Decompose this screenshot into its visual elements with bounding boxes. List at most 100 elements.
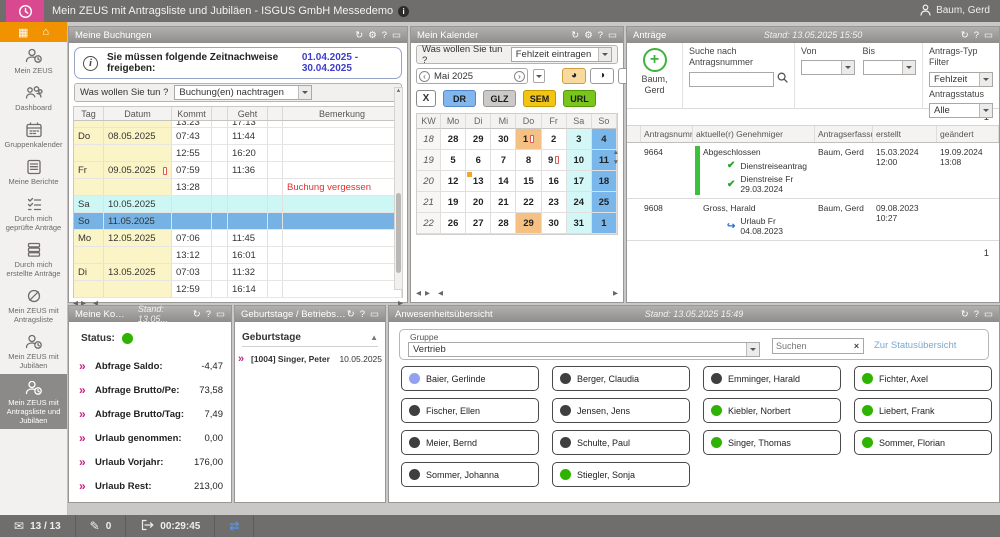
- time-segment[interactable]: 00:29:45: [126, 515, 215, 537]
- person-badge[interactable]: Sommer, Florian: [854, 430, 992, 455]
- calendar-day[interactable]: 7: [491, 150, 516, 171]
- bis-select[interactable]: [863, 60, 917, 75]
- booking-row[interactable]: Do08.05.202507:4311:44: [74, 128, 402, 145]
- help-icon[interactable]: ?: [360, 309, 365, 320]
- vertical-scrollbar[interactable]: ▲: [394, 87, 403, 290]
- availability-toggle-full-icon[interactable]: ◕: [562, 68, 586, 84]
- sidebar-item-durch-mich-erstellte-antraege[interactable]: Durch mich erstellte Anträge: [0, 236, 67, 282]
- minimize-icon[interactable]: ▭: [216, 309, 225, 320]
- type-filter-select[interactable]: Fehlzeit: [929, 72, 993, 87]
- request-number-input[interactable]: [689, 72, 774, 87]
- minimize-icon[interactable]: ▭: [608, 30, 617, 41]
- apps-grid-icon[interactable]: ▦: [18, 26, 28, 39]
- calendar-day[interactable]: 12: [441, 171, 466, 192]
- help-icon[interactable]: ?: [206, 309, 211, 320]
- prev-month-icon[interactable]: ‹: [419, 71, 430, 82]
- person-badge[interactable]: Berger, Claudia: [552, 366, 690, 391]
- calendar-day[interactable]: 3: [567, 129, 592, 150]
- refresh-icon[interactable]: ↻: [961, 309, 969, 320]
- sidebar-item-durch-mich-gepruefte-antraege[interactable]: Durch mich geprüfte Anträge: [0, 190, 67, 236]
- gruppe-select[interactable]: Vertrieb: [408, 342, 760, 357]
- calendar-day[interactable]: 16: [542, 171, 567, 192]
- refresh-icon[interactable]: ↻: [961, 30, 969, 41]
- person-badge[interactable]: Kiebler, Norbert: [703, 398, 841, 423]
- sidebar-item-mein-zeus-mit-jubilaeen[interactable]: Mein ZEUS mit Jubiläen: [0, 328, 67, 374]
- user-menu[interactable]: Baum, Gerd: [920, 4, 990, 16]
- home-icon[interactable]: ⌂: [42, 26, 49, 38]
- app-logo[interactable]: [6, 0, 44, 22]
- sidebar-item-mein-zeus-mit-antragsliste-und-jubilaeen[interactable]: Mein ZEUS mit Antragsliste und Jubiläen: [0, 374, 67, 429]
- legend-url-button[interactable]: URL: [563, 90, 596, 107]
- booking-row[interactable]: Sa10.05.2025: [74, 196, 402, 213]
- edits-segment[interactable]: ✎ 0: [76, 515, 127, 537]
- minimize-icon[interactable]: ▭: [984, 309, 993, 320]
- person-badge[interactable]: Meier, Bernd: [401, 430, 539, 455]
- calendar-side-scroll[interactable]: ▲▼: [613, 149, 619, 166]
- calendar-day[interactable]: 6: [466, 150, 491, 171]
- drill-down-icon[interactable]: »: [79, 455, 95, 469]
- drill-down-icon[interactable]: »: [79, 359, 95, 373]
- drill-down-icon[interactable]: »: [238, 353, 251, 365]
- status-overview-link[interactable]: Zur Statusübersicht: [874, 340, 956, 351]
- person-badge[interactable]: Fischer, Ellen: [401, 398, 539, 423]
- clear-icon[interactable]: ×: [850, 341, 863, 351]
- request-row[interactable]: 9608Gross, Harald↪Urlaub Fr 04.08.2023Ba…: [627, 199, 999, 241]
- calendar-day[interactable]: 9: [542, 150, 567, 171]
- calendar-day[interactable]: 4: [592, 129, 617, 150]
- calendar-day[interactable]: 19: [441, 192, 466, 213]
- calendar-day[interactable]: 13: [466, 171, 491, 192]
- settings-icon[interactable]: ⚙: [368, 30, 377, 41]
- refresh-icon[interactable]: ↻: [571, 30, 579, 41]
- person-badge[interactable]: Fichter, Axel: [854, 366, 992, 391]
- absence-action-select[interactable]: Fehlzeit eintragen: [511, 47, 612, 62]
- drill-down-icon[interactable]: »: [79, 431, 95, 445]
- refresh-icon[interactable]: ↻: [355, 30, 363, 41]
- calendar-day[interactable]: 30: [542, 213, 567, 234]
- minimize-icon[interactable]: ▭: [370, 309, 379, 320]
- timesheet-period-link[interactable]: 01.04.2025 - 30.04.2025: [302, 52, 393, 74]
- booking-row[interactable]: 12:5916:14: [74, 281, 402, 298]
- settings-icon[interactable]: ⚙: [584, 30, 593, 41]
- drill-down-icon[interactable]: »: [79, 479, 95, 493]
- person-badge[interactable]: Stiegler, Sonja: [552, 462, 690, 487]
- birthday-row[interactable]: »[1004] Singer, Peter10.05.2025: [238, 353, 382, 365]
- help-icon[interactable]: ?: [598, 30, 603, 41]
- calendar-day[interactable]: 29: [516, 213, 541, 234]
- request-row[interactable]: 9664Abgeschlossen✔Dienstreiseantrag✔Dien…: [627, 143, 999, 199]
- calendar-day[interactable]: 21: [491, 192, 516, 213]
- von-select[interactable]: [801, 60, 855, 75]
- next-month-icon[interactable]: ›: [514, 71, 525, 82]
- booking-row[interactable]: So11.05.2025: [74, 213, 402, 230]
- person-badge[interactable]: Schulte, Paul: [552, 430, 690, 455]
- calendar-day[interactable]: 17: [567, 171, 592, 192]
- person-badge[interactable]: Jensen, Jens: [552, 398, 690, 423]
- minimize-icon[interactable]: ▭: [984, 30, 993, 41]
- booking-action-select[interactable]: Buchung(en) nachtragen: [174, 85, 312, 100]
- calendar-day[interactable]: 25: [592, 192, 617, 213]
- calendar-day[interactable]: 29: [466, 129, 491, 150]
- legend-dr-button[interactable]: DR: [443, 90, 476, 107]
- booking-row[interactable]: Di13.05.202507:0311:32: [74, 264, 402, 281]
- messages-segment[interactable]: ✉ 13 / 13: [0, 515, 76, 537]
- person-badge[interactable]: Emminger, Harald: [703, 366, 841, 391]
- help-icon[interactable]: ?: [974, 30, 979, 41]
- help-icon[interactable]: ?: [382, 30, 387, 41]
- refresh-icon[interactable]: ↻: [193, 309, 201, 320]
- calendar-day[interactable]: 23: [542, 192, 567, 213]
- sidebar-item-meine-berichte[interactable]: Meine Berichte: [0, 153, 67, 190]
- booking-row[interactable]: 12:5516:20: [74, 145, 402, 162]
- booking-row[interactable]: 13:28Buchung vergessen: [74, 179, 402, 196]
- booking-row[interactable]: Mo12.05.202507:0611:45: [74, 230, 402, 247]
- search-input[interactable]: [773, 341, 850, 351]
- availability-toggle-half-icon[interactable]: ◑: [590, 68, 614, 84]
- sidebar-item-mein-zeus-mit-antragsliste[interactable]: Mein ZEUS mit Antragsliste: [0, 282, 67, 328]
- person-badge[interactable]: Baier, Gerlinde: [401, 366, 539, 391]
- calendar-day[interactable]: 1: [516, 129, 541, 150]
- calendar-day[interactable]: 2: [542, 129, 567, 150]
- help-icon[interactable]: ?: [974, 309, 979, 320]
- sidebar-item-gruppenkalender[interactable]: Gruppenkalender: [0, 116, 67, 153]
- booking-row[interactable]: 13:2317:13: [74, 121, 402, 128]
- drill-down-icon[interactable]: »: [79, 407, 95, 421]
- calendar-day[interactable]: 24: [567, 192, 592, 213]
- month-dropdown[interactable]: [533, 69, 545, 83]
